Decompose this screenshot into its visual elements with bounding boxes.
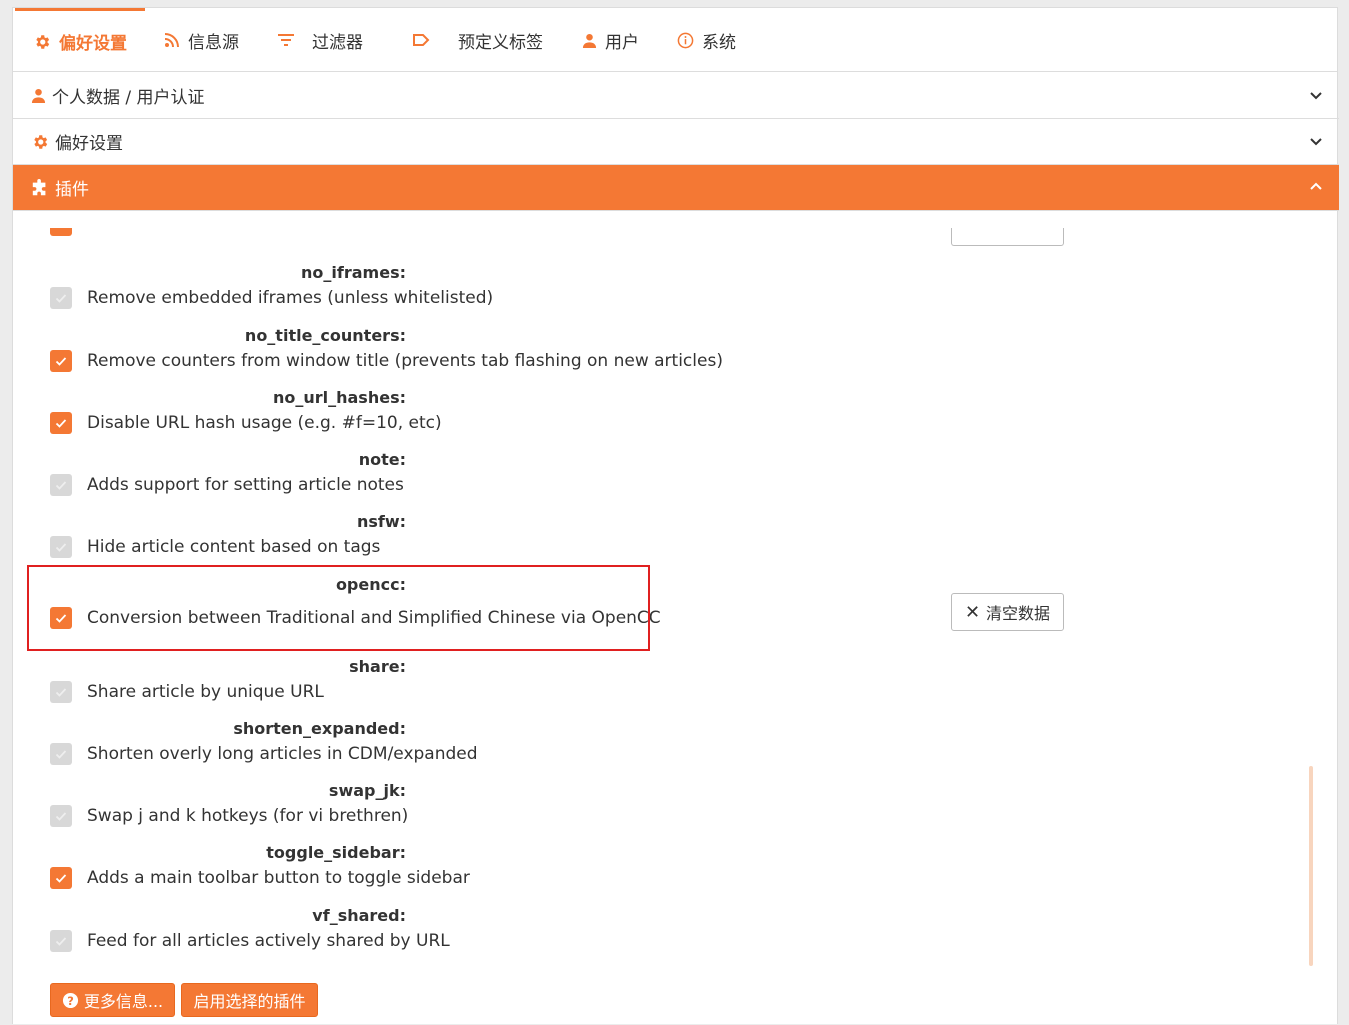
svg-text:?: ? xyxy=(67,993,74,1007)
plugin-name: shorten_expanded: xyxy=(233,719,406,738)
plugin-row[interactable]: Feed for all articles actively shared by… xyxy=(50,930,450,952)
plugin-description: Feed for all articles actively shared by… xyxy=(87,931,450,951)
rss-icon xyxy=(164,32,180,48)
accordion-label: 个人数据 / 用户认证 xyxy=(52,88,205,108)
accordion-personal-data[interactable]: 个人数据 / 用户认证 xyxy=(13,73,1339,119)
tab-system[interactable]: 系统 xyxy=(677,8,736,72)
tab-labels[interactable]: 预定义标签 xyxy=(412,8,543,72)
enable-selected-label: 启用选择的插件 xyxy=(193,992,306,1011)
tab-users[interactable]: 用户 xyxy=(582,8,639,72)
tab-label: 用户 xyxy=(605,32,639,53)
gear-icon xyxy=(33,33,51,51)
tab-label: 预定义标签 xyxy=(458,32,543,53)
plugin-description: Remove embedded iframes (unless whitelis… xyxy=(87,288,494,308)
clear-data-label: 清空数据 xyxy=(986,604,1051,623)
plugin-name: share: xyxy=(349,657,406,676)
plugin-checkbox[interactable] xyxy=(50,867,72,889)
plugin-name: vf_shared: xyxy=(312,906,406,925)
plugin-row[interactable]: Disable URL hash usage (e.g. #f=10, etc) xyxy=(50,412,442,434)
plugin-checkbox xyxy=(50,681,72,703)
clear-data-button[interactable]: ✕ 清空数据 xyxy=(951,593,1064,631)
chevron-up-icon xyxy=(1309,179,1323,199)
tab-label: 过滤器 xyxy=(312,32,363,53)
clear-data-button[interactable] xyxy=(951,228,1064,246)
close-icon: ✕ xyxy=(964,601,981,623)
chevron-down-icon xyxy=(1309,133,1323,153)
plugin-name: swap_jk: xyxy=(328,781,406,800)
filter-icon xyxy=(278,33,294,47)
plugin-description: Shorten overly long articles in CDM/expa… xyxy=(87,744,478,764)
more-info-button[interactable]: ? 更多信息... xyxy=(50,983,175,1017)
plugin-row[interactable]: Share article by unique URL xyxy=(50,681,324,703)
plugin-list: no_iframes: Remove embedded iframes (unle… xyxy=(13,211,1339,1025)
tab-label: 信息源 xyxy=(188,32,239,53)
plugin-checkbox xyxy=(50,805,72,827)
plugin-checkbox[interactable] xyxy=(50,350,72,372)
accordion-label: 插件 xyxy=(55,180,89,200)
tab-feeds[interactable]: 信息源 xyxy=(164,8,239,72)
plugin-checkbox xyxy=(50,743,72,765)
tab-preferences[interactable]: 偏好设置 xyxy=(15,8,145,72)
tab-label: 偏好设置 xyxy=(59,34,127,54)
plugin-checkbox xyxy=(50,536,72,558)
accordion-plugins[interactable]: 插件 xyxy=(13,165,1339,211)
preferences-panel: 偏好设置 信息源 过滤器 预定义标签 用户 系统 个人数据 / 用户认证 偏好设… xyxy=(12,7,1339,1025)
plugin-checkbox[interactable] xyxy=(50,228,72,236)
plugin-description: Adds support for setting article notes xyxy=(87,475,404,495)
plugin-description: Adds a main toolbar button to toggle sid… xyxy=(87,868,470,888)
plugin-description: Swap j and k hotkeys (for vi brethren) xyxy=(87,806,409,826)
question-icon: ? xyxy=(62,992,79,1009)
plugin-checkbox xyxy=(50,930,72,952)
plugin-checkbox[interactable] xyxy=(50,412,72,434)
plugin-description: Disable URL hash usage (e.g. #f=10, etc) xyxy=(87,413,442,433)
plugin-checkbox xyxy=(50,474,72,496)
plugin-name: no_title_counters: xyxy=(244,326,406,345)
info-icon xyxy=(677,32,694,49)
plugin-name: no_iframes: xyxy=(301,263,406,282)
scrollbar[interactable] xyxy=(1309,766,1313,966)
plugin-row[interactable]: Adds a main toolbar button to toggle sid… xyxy=(50,867,470,889)
puzzle-icon xyxy=(31,178,49,197)
enable-selected-plugins-button[interactable]: 启用选择的插件 xyxy=(181,983,318,1017)
tab-bar: 偏好设置 信息源 过滤器 预定义标签 用户 系统 xyxy=(13,8,1337,72)
highlight-box xyxy=(27,565,650,651)
gear-icon xyxy=(31,133,49,151)
chevron-down-icon xyxy=(1309,87,1323,107)
plugin-name: no_url_hashes: xyxy=(272,388,406,407)
more-info-label: 更多信息... xyxy=(83,992,164,1011)
user-icon xyxy=(582,33,597,48)
plugin-description: Share article by unique URL xyxy=(87,682,324,702)
user-icon xyxy=(31,88,46,103)
accordion-label: 偏好设置 xyxy=(55,134,123,154)
tab-label: 系统 xyxy=(702,32,736,53)
plugin-row[interactable]: Swap j and k hotkeys (for vi brethren) xyxy=(50,805,408,827)
plugin-row[interactable]: Shorten overly long articles in CDM/expa… xyxy=(50,743,478,765)
plugin-description: Hide article content based on tags xyxy=(87,537,381,557)
tab-filters[interactable]: 过滤器 xyxy=(278,8,363,72)
plugin-name: note: xyxy=(358,450,406,469)
plugin-checkbox xyxy=(50,287,72,309)
plugin-description: Remove counters from window title (preve… xyxy=(87,351,723,371)
plugin-name: nsfw: xyxy=(356,512,406,531)
plugin-row[interactable]: Hide article content based on tags xyxy=(50,536,380,558)
plugin-name: toggle_sidebar: xyxy=(266,843,406,862)
plugin-row[interactable]: Remove counters from window title (preve… xyxy=(50,350,723,372)
label-icon xyxy=(412,33,430,47)
plugin-row[interactable]: Remove embedded iframes (unless whitelis… xyxy=(50,287,493,309)
accordion-preferences[interactable]: 偏好设置 xyxy=(13,119,1339,165)
plugin-row[interactable]: Adds support for setting article notes xyxy=(50,474,404,496)
